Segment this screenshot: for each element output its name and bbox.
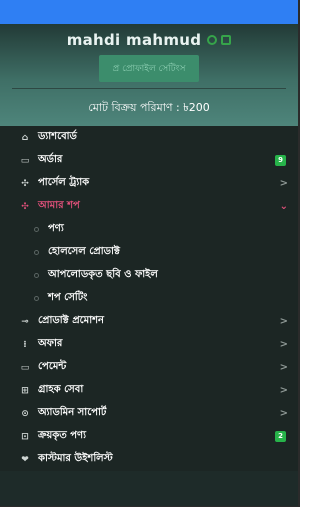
submenu-label: শপ সেটিং xyxy=(48,292,88,303)
menu-item-customer-wishlist[interactable]: ❤ কাস্টমার উইশলিস্ট xyxy=(0,448,298,471)
chevron-right-icon: > xyxy=(279,316,288,327)
heart-icon: ❤ xyxy=(21,454,29,465)
chevron-right-icon: > xyxy=(279,385,288,396)
app-frame: mahdi mahmud প্র প্রোফাইল সেটিংস মোট বিক… xyxy=(0,0,300,507)
menu-item-offer[interactable]: ⁝ অফার > xyxy=(0,333,298,356)
menu-item-payment[interactable]: ▭ পেমেন্ট > xyxy=(0,356,298,379)
menu-item-product-promotion[interactable]: ⊸ প্রোডাক্ট প্রমোশন > xyxy=(0,310,298,333)
menu-label: পার্সেল ট্র্যাক xyxy=(38,177,90,188)
menu-label: ক্রয়কৃত পণ্য xyxy=(38,430,86,441)
menu-label: অফার xyxy=(38,338,63,349)
profile-section: mahdi mahmud প্র প্রোফাইল সেটিংস মোট বিক… xyxy=(0,24,298,126)
menu-label: কাস্টমার উইশলিস্ট xyxy=(38,453,113,464)
submenu-label: পণ্য xyxy=(48,223,64,234)
menu-label: প্রোডাক্ট প্রমোশন xyxy=(38,315,105,326)
order-icon: ▭ xyxy=(20,155,30,166)
chevron-right-icon: > xyxy=(279,408,288,419)
submenu-item-products[interactable]: পণ্য xyxy=(0,218,298,241)
menu-label: ড্যাশবোর্ড xyxy=(38,131,77,142)
bullet-icon xyxy=(34,227,39,232)
menu-item-admin-support[interactable]: ⊙ অ্যাডমিন সাপোর্ট > xyxy=(0,402,298,425)
bullet-icon xyxy=(34,273,39,278)
menu-label: পেমেন্ট xyxy=(38,361,67,372)
submenu-item-wholesale[interactable]: হোলসেল প্রোডাক্ট xyxy=(0,241,298,264)
sidebar-menu: ⌂ ড্যাশবোর্ড ▭ অর্ডার 9 ✣ পার্সেল ট্র্যা… xyxy=(0,126,298,471)
bullet-icon xyxy=(34,250,39,255)
offer-icon: ⁝ xyxy=(23,339,27,350)
admin-support-icon: ⊙ xyxy=(21,408,29,419)
bullet-icon xyxy=(34,296,39,301)
promotion-icon: ⊸ xyxy=(21,316,29,327)
payment-icon: ▭ xyxy=(20,362,30,373)
menu-label: অ্যাডমিন সাপোর্ট xyxy=(38,407,107,418)
top-bar xyxy=(0,0,298,24)
profile-name: mahdi mahmud xyxy=(66,31,202,49)
chevron-down-icon: ⌄ xyxy=(279,201,288,212)
chevron-right-icon: > xyxy=(279,178,288,189)
submenu-item-uploads[interactable]: আপলোডকৃত ছবি ও ফাইল xyxy=(0,264,298,287)
status-icons xyxy=(207,35,232,45)
menu-label: অর্ডার xyxy=(38,154,63,165)
shop-status-icon xyxy=(221,35,232,45)
menu-item-dashboard[interactable]: ⌂ ড্যাশবোর্ড xyxy=(0,126,298,149)
submenu-label: আপলোডকৃত ছবি ও ফাইল xyxy=(48,269,158,280)
submenu-item-shop-setting[interactable]: শপ সেটিং xyxy=(0,287,298,310)
home-icon: ⌂ xyxy=(21,132,29,143)
parcel-icon: ✣ xyxy=(21,178,29,189)
customer-service-icon: ⊞ xyxy=(21,385,29,396)
profile-settings-button[interactable]: প্র প্রোফাইল সেটিংস xyxy=(98,55,200,82)
menu-item-orders[interactable]: ▭ অর্ডার 9 xyxy=(0,149,298,172)
menu-item-purchased-products[interactable]: ⊡ ক্রয়কৃত পণ্য 2 xyxy=(0,425,298,448)
purchased-icon: ⊡ xyxy=(21,431,29,442)
purchased-count-badge: 2 xyxy=(275,431,286,442)
menu-item-parcel-track[interactable]: ✣ পার্সেল ট্র্যাক > xyxy=(0,172,298,195)
shop-icon: ✣ xyxy=(21,201,29,212)
submenu-label: হোলসেল প্রোডাক্ট xyxy=(48,246,120,257)
verified-icon xyxy=(207,35,218,45)
profile-name-row: mahdi mahmud xyxy=(0,24,298,49)
order-count-badge: 9 xyxy=(275,155,286,166)
total-sales: মোট বিক্রয় পরিমাণ : ৳200 xyxy=(12,88,286,118)
menu-label: আমার শপ xyxy=(38,200,80,211)
menu-item-my-shop[interactable]: ✣ আমার শপ ⌄ xyxy=(0,195,298,218)
menu-label: গ্রাহক সেবা xyxy=(38,384,84,395)
menu-item-customer-service[interactable]: ⊞ গ্রাহক সেবা > xyxy=(0,379,298,402)
chevron-right-icon: > xyxy=(279,362,288,373)
chevron-right-icon: > xyxy=(279,339,288,350)
